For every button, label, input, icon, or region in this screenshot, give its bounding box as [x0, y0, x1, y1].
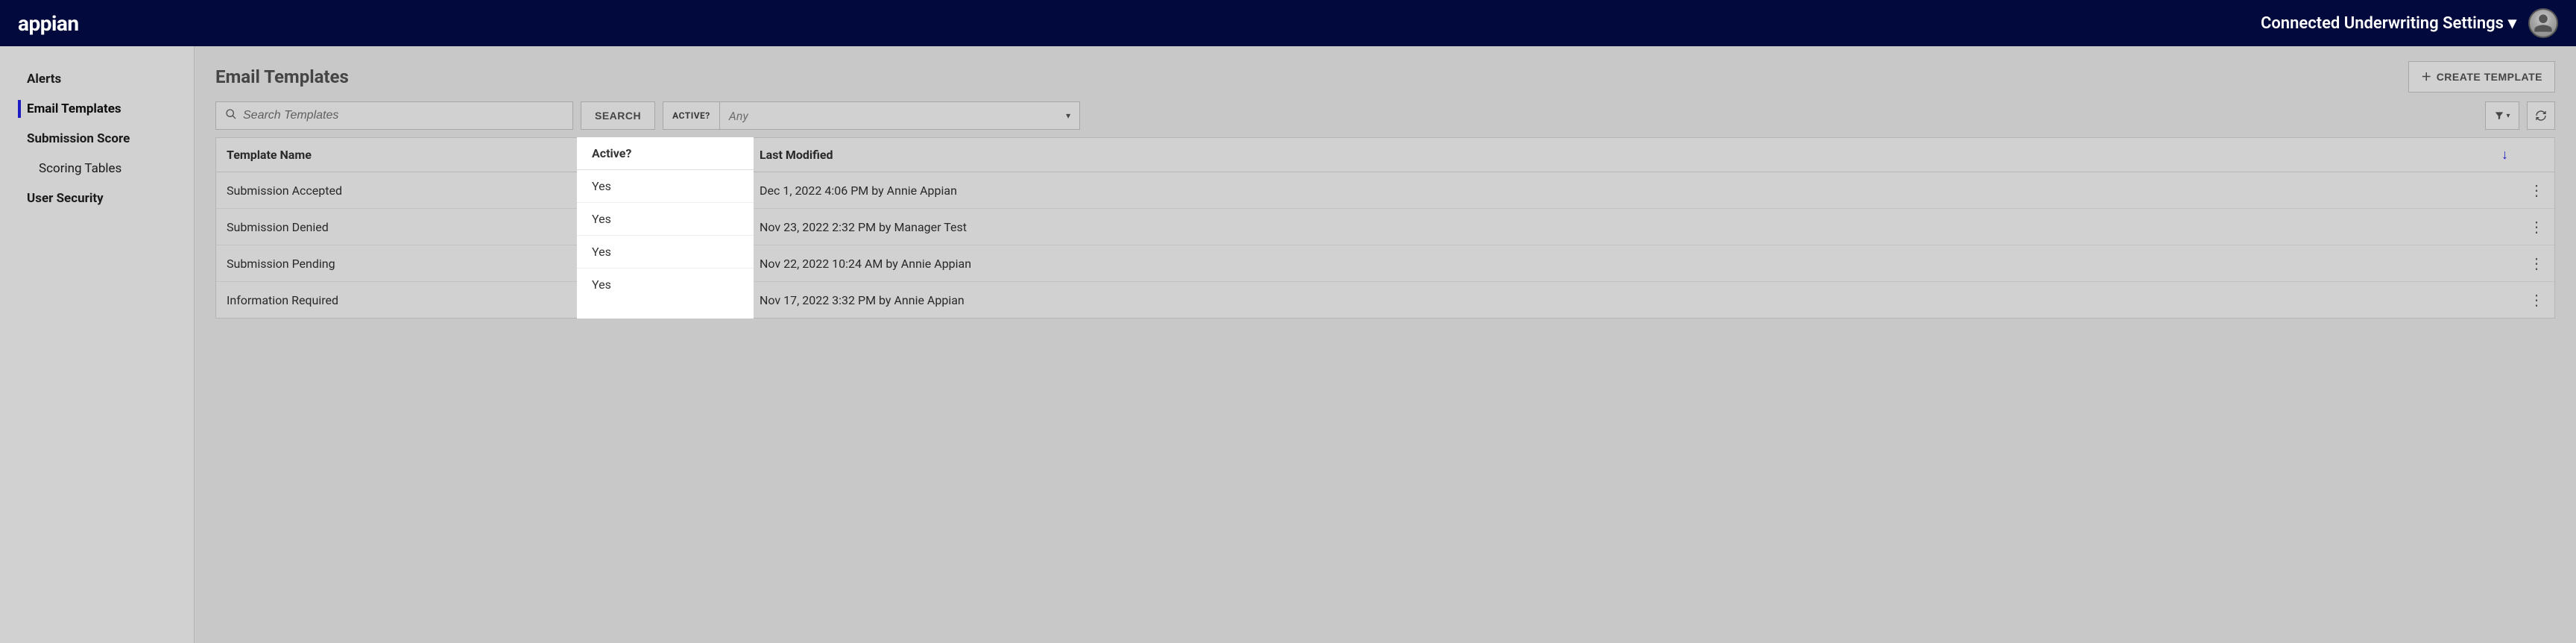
kebab-icon: ⋮: [2529, 254, 2544, 272]
page-title: Email Templates: [215, 66, 349, 87]
caret-down-icon: ▾: [2506, 112, 2510, 120]
cell-last-modified: Nov 23, 2022 2:32 PM by Manager Test: [749, 211, 2519, 243]
sidebar-item-alerts[interactable]: Alerts: [0, 64, 194, 94]
sidebar-item-email-templates[interactable]: Email Templates: [0, 94, 194, 124]
cell-active: Yes: [581, 248, 749, 280]
col-last-modified[interactable]: Last Modified ↓: [749, 138, 2519, 172]
cell-template-name: Information Required: [216, 284, 581, 316]
table-row[interactable]: Submission Pending Yes Nov 22, 2022 10:2…: [216, 245, 2554, 282]
person-icon: [2533, 13, 2554, 34]
row-actions-button[interactable]: ⋮: [2519, 209, 2554, 245]
refresh-icon: [2535, 110, 2547, 122]
filter-button[interactable]: ▾: [2485, 101, 2519, 130]
row-actions-button[interactable]: ⋮: [2519, 172, 2554, 208]
cell-template-name: Submission Accepted: [216, 175, 581, 207]
settings-label: Connected Underwriting Settings: [2261, 14, 2504, 33]
col-template-name[interactable]: Template Name: [216, 139, 581, 171]
kebab-icon: ⋮: [2529, 291, 2544, 309]
kebab-icon: ⋮: [2529, 218, 2544, 236]
filter-label: ACTIVE?: [672, 110, 710, 121]
user-avatar[interactable]: [2528, 8, 2558, 38]
templates-table: Template Name Active? Last Modified ↓ Su…: [215, 137, 2555, 319]
cell-last-modified: Nov 22, 2022 10:24 AM by Annie Appian: [749, 248, 2519, 280]
refresh-button[interactable]: [2527, 101, 2555, 130]
plus-icon: ＋: [2421, 69, 2432, 84]
cell-last-modified: Dec 1, 2022 4:06 PM by Annie Appian: [749, 175, 2519, 207]
settings-dropdown[interactable]: Connected Underwriting Settings ▾: [2261, 14, 2516, 33]
top-bar: appian Connected Underwriting Settings ▾: [0, 0, 2576, 46]
cell-active: Yes: [581, 284, 749, 316]
funnel-icon: [2494, 110, 2504, 121]
search-box[interactable]: [215, 101, 573, 130]
caret-down-icon: ▾: [2508, 14, 2516, 33]
cell-template-name: Submission Pending: [216, 248, 581, 280]
content-area: Email Templates ＋ CREATE TEMPLATE SEARCH…: [195, 46, 2576, 643]
app-logo[interactable]: appian: [18, 11, 79, 36]
active-filter-dropdown[interactable]: ACTIVE? Any ▾: [663, 101, 1080, 130]
row-actions-button[interactable]: ⋮: [2519, 282, 2554, 318]
filter-value: Any: [729, 109, 748, 123]
chevron-down-icon: ▾: [1066, 110, 1070, 121]
create-template-button[interactable]: ＋ CREATE TEMPLATE: [2408, 61, 2555, 92]
search-input[interactable]: [243, 109, 564, 122]
cell-active: Yes: [581, 175, 749, 207]
create-template-label: CREATE TEMPLATE: [2437, 71, 2542, 83]
table-row[interactable]: Submission Accepted Yes Dec 1, 2022 4:06…: [216, 172, 2554, 209]
table-row[interactable]: Submission Denied Yes Nov 23, 2022 2:32 …: [216, 209, 2554, 245]
table-header: Template Name Active? Last Modified ↓: [216, 138, 2554, 172]
sidebar: Alerts Email Templates Submission Score …: [0, 46, 194, 643]
search-icon: [225, 108, 237, 123]
sidebar-item-user-security[interactable]: User Security: [0, 184, 194, 213]
row-actions-button[interactable]: ⋮: [2519, 245, 2554, 281]
col-last-modified-label: Last Modified: [760, 148, 833, 162]
cell-template-name: Submission Denied: [216, 211, 581, 243]
cell-active: Yes: [581, 211, 749, 243]
sidebar-item-submission-score[interactable]: Submission Score: [0, 124, 194, 154]
kebab-icon: ⋮: [2529, 181, 2544, 199]
search-button[interactable]: SEARCH: [581, 101, 655, 130]
sort-descending-icon: ↓: [2501, 147, 2508, 163]
table-row[interactable]: Information Required Yes Nov 17, 2022 3:…: [216, 282, 2554, 318]
col-actions: [2519, 146, 2554, 164]
sidebar-item-scoring-tables[interactable]: Scoring Tables: [0, 154, 194, 184]
cell-last-modified: Nov 17, 2022 3:32 PM by Annie Appian: [749, 284, 2519, 316]
col-active[interactable]: Active?: [581, 139, 749, 171]
